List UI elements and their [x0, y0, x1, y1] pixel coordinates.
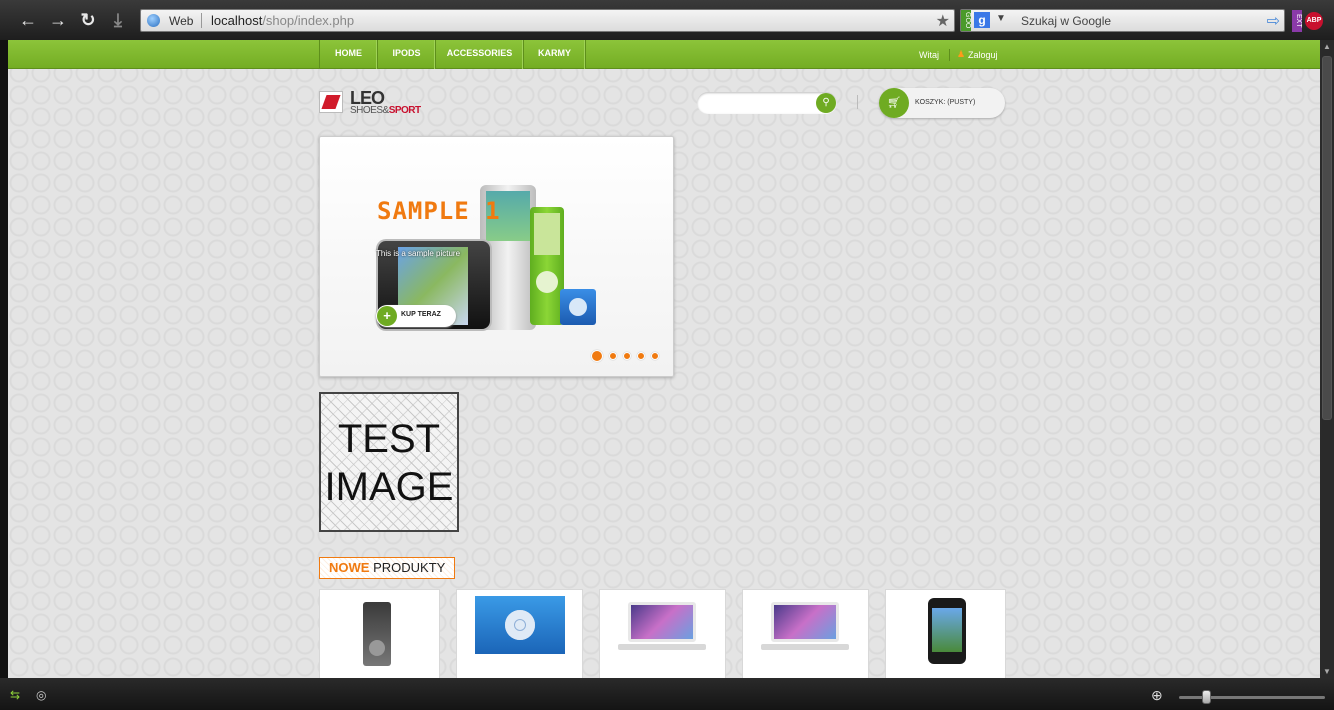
banner-line-1: TEST [337, 417, 441, 461]
image-slider[interactable]: SAMPLE 1 This is a sample picture + KUP … [319, 136, 674, 377]
login-link[interactable]: Zaloguj [968, 50, 998, 60]
reload-icon[interactable]: ↻ [76, 8, 100, 32]
slider-dot[interactable] [637, 352, 645, 360]
vertical-scrollbar[interactable]: ▲ ▼ [1320, 40, 1334, 678]
product-card-ipod-nano[interactable] [319, 589, 440, 678]
header-divider [857, 95, 858, 109]
extension-tag: EXT [1292, 10, 1302, 32]
sync-icon[interactable]: ⇆ [10, 689, 22, 701]
slider-pagination [591, 350, 659, 362]
cart-status: KOSZYK: (PUSTY) [915, 99, 976, 106]
product-card-macbook-air[interactable] [599, 589, 726, 678]
search-placeholder[interactable]: Szukaj w Google [1021, 14, 1111, 28]
logo-shoe-icon [319, 91, 343, 113]
heading-highlight: NOWE [329, 560, 370, 575]
zoom-icon[interactable]: ⊕ [1151, 687, 1163, 704]
macbook-thumbnail [771, 602, 839, 642]
page-viewport: HOME IPODS ACCESSORIES KARMY Witaj ♟ Zal… [8, 40, 1320, 678]
logo-sub-sport: SPORT [388, 105, 421, 116]
bookmark-star-icon[interactable]: ★ [936, 11, 950, 31]
plus-icon: + [377, 306, 397, 326]
slider-dot[interactable] [651, 352, 659, 360]
download-icon[interactable]: ⤓ [106, 8, 130, 32]
scroll-up-arrow-icon[interactable]: ▲ [1322, 42, 1332, 51]
cart-button[interactable]: 🛒︎ KOSZYK: (PUSTY) [879, 88, 1005, 118]
adblock-icon[interactable]: ABP [1305, 12, 1323, 30]
product-card-ipod-shuffle[interactable] [456, 589, 583, 678]
banner-line-2: IMAGE [324, 465, 454, 509]
url-path: /shop/index.php [262, 13, 355, 28]
search-icon[interactable]: ⚲ [816, 93, 836, 113]
logo-subtitle: SHOES&SPORT [350, 105, 421, 116]
menu-item-ipods[interactable]: IPODS [378, 40, 436, 69]
login-separator [949, 49, 950, 61]
logo-sub-shoes: SHOES [350, 105, 383, 116]
product-list [319, 589, 1006, 678]
site-logo[interactable]: LEO SHOES&SPORT [319, 88, 434, 117]
globe-icon [147, 14, 160, 27]
ipod-shuffle-image [560, 289, 596, 325]
buy-now-label: KUP TERAZ [401, 311, 441, 318]
menu-item-karmy[interactable]: KARMY [524, 40, 586, 69]
menu-item-accessories[interactable]: ACCESSORIES [436, 40, 524, 69]
product-card-macbook[interactable] [742, 589, 869, 678]
url-scheme-label: Web [169, 14, 194, 28]
main-menu: HOME IPODS ACCESSORIES KARMY [319, 40, 586, 69]
user-icon: ♟ [957, 49, 966, 59]
slide-title: SAMPLE 1 [377, 197, 501, 225]
speed-dial-icon[interactable]: ◎ [36, 689, 48, 701]
google-icon[interactable]: g [974, 12, 990, 28]
browser-toolbar: ← → ↻ ⤓ Web localhost/shop/index.php ★ G… [0, 0, 1334, 40]
zoom-slider[interactable] [1179, 690, 1325, 704]
shop-search-input[interactable]: ⚲ [697, 92, 837, 114]
chevron-down-icon[interactable]: ▼ [996, 13, 1006, 24]
macbook-air-base [618, 644, 706, 650]
welcome-text: Witaj [919, 50, 939, 60]
menu-item-home[interactable]: HOME [320, 40, 378, 69]
ipod-shuffle-thumbnail [475, 596, 565, 654]
product-card-ipod-touch[interactable] [885, 589, 1006, 678]
go-arrow-icon[interactable]: ⇨ [1267, 11, 1280, 31]
test-image-banner[interactable]: TEST IMAGE [319, 392, 459, 532]
scrollbar-thumb[interactable] [1322, 56, 1332, 420]
address-bar[interactable]: Web localhost/shop/index.php ★ [140, 9, 955, 32]
scroll-down-arrow-icon[interactable]: ▼ [1322, 667, 1332, 676]
ipod-touch-thumbnail [928, 598, 966, 664]
slide-caption: This is a sample picture [376, 249, 461, 258]
new-products-heading: NOWE PRODUKTY [319, 557, 456, 579]
browser-status-bar: ⇆ ◎ ⊕ [0, 678, 1334, 710]
url-separator [201, 13, 202, 28]
forward-arrow-icon[interactable]: → [46, 8, 70, 32]
macbook-air-thumbnail [628, 602, 696, 642]
ipod-nano-image [530, 207, 564, 325]
cart-icon: 🛒︎ [879, 88, 909, 118]
back-arrow-icon[interactable]: ← [16, 8, 40, 32]
top-navigation-bar: HOME IPODS ACCESSORIES KARMY Witaj ♟ Zal… [8, 40, 1320, 69]
url-host: localhost [211, 13, 263, 28]
macbook-base [761, 644, 849, 650]
heading-rest: PRODUKTY [373, 560, 446, 575]
search-bar[interactable]: GOO g ▼ Szukaj w Google ⇨ [960, 9, 1285, 32]
search-engine-tag: GOO [961, 10, 971, 31]
slider-dot[interactable] [609, 352, 617, 360]
ipod-nano-thumbnail [363, 602, 391, 666]
slider-dot[interactable] [623, 352, 631, 360]
buy-now-button[interactable]: + KUP TERAZ [376, 305, 456, 327]
zoom-slider-thumb[interactable] [1202, 690, 1211, 704]
url-text[interactable]: localhost/shop/index.php [211, 13, 354, 28]
slider-dot[interactable] [591, 350, 603, 362]
